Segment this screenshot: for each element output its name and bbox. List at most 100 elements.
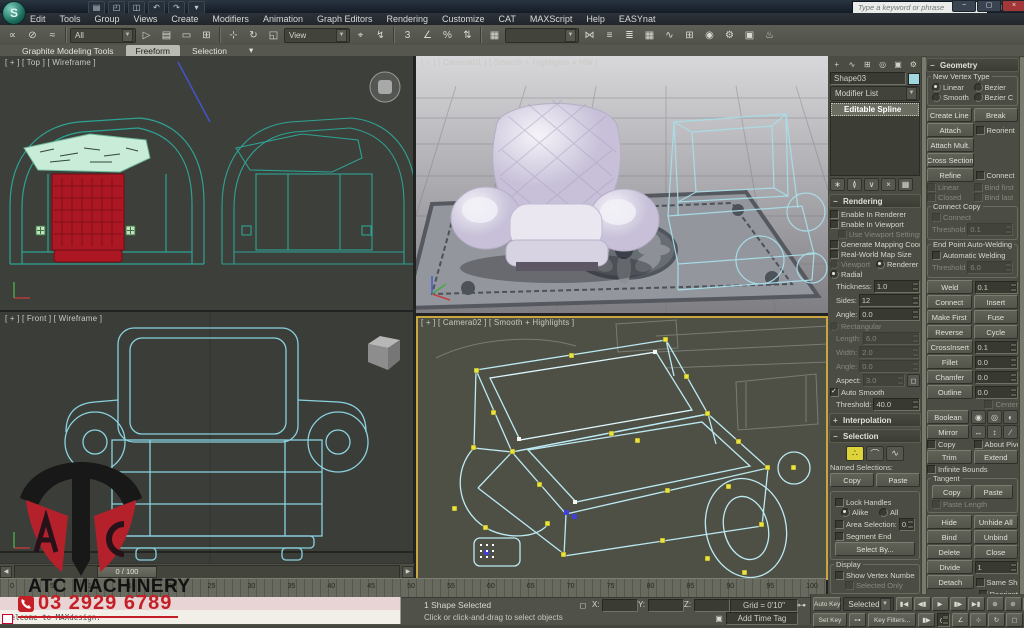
use-pivot-center-icon[interactable]: ⌖ (351, 26, 370, 44)
layer-manager-icon[interactable]: ≣ (620, 26, 639, 44)
cycle-button[interactable]: Cycle (973, 325, 1018, 339)
pan-button[interactable]: ⊹ (970, 613, 987, 627)
key-filters-button[interactable]: Key Filters... (868, 613, 916, 627)
bind-button[interactable]: Bind (927, 530, 972, 544)
render-setup-icon[interactable]: ⚙ (720, 26, 739, 44)
attach-button[interactable]: Attach (927, 123, 974, 137)
mirror-vertical-icon[interactable]: ↕ (987, 425, 1002, 439)
viewport-camera02-label[interactable]: [ + ] [ Camera02 ] [ Smooth + Highlights… (421, 318, 574, 327)
outline-button[interactable]: Outline (927, 385, 973, 399)
boolean-intersect-icon[interactable]: ◐ (1003, 410, 1018, 424)
mirror-horizontal-icon[interactable]: ↔ (971, 425, 986, 439)
menu-item[interactable]: Tools (60, 14, 81, 24)
unhide-all-button[interactable]: Unhide All (973, 515, 1018, 529)
panel-scrollbar-right[interactable] (1019, 56, 1024, 597)
remove-modifier-icon[interactable]: × (881, 178, 896, 191)
configure-modifier-sets-icon[interactable]: ▦ (898, 178, 913, 191)
spinner-snap-icon[interactable]: ⇅ (458, 26, 477, 44)
all-radio[interactable]: All (879, 508, 915, 517)
radial-radio[interactable]: Radial (830, 270, 862, 279)
sides-spinner[interactable]: 12 (858, 294, 920, 307)
infinite-bounds-checkbox[interactable]: Infinite Bounds (927, 465, 988, 474)
tab-hierarchy[interactable]: ⊞ (861, 57, 874, 71)
mirror-copy-checkbox[interactable]: Copy (927, 440, 972, 449)
tab-motion[interactable]: ◎ (876, 57, 889, 71)
select-and-scale-icon[interactable]: ◱ (264, 26, 283, 44)
named-selection-sets-dropdown[interactable]: ▼ (505, 27, 579, 43)
vertex-subobject-icon[interactable]: ∴ (846, 446, 864, 461)
maximize-viewport-button[interactable]: ▢ (1006, 613, 1023, 627)
cross-insert-button[interactable]: CrossInsert (927, 340, 973, 354)
viewport-camera01[interactable]: [ + ] [ Camera01 ] [ Smooth + Highlights… (416, 56, 828, 313)
maximize-button[interactable]: ▢ (977, 0, 1001, 12)
viewport-camera02[interactable]: [ + ] [ Camera02 ] [ Smooth + Highlights… (416, 316, 828, 580)
selection-filter-dropdown[interactable]: All ▼ (70, 27, 136, 43)
angle-spinner[interactable]: 0.0 (859, 308, 920, 321)
weld-button[interactable]: Weld (927, 280, 973, 294)
aspect-lock-icon[interactable]: ◻ (907, 374, 920, 387)
rectangular-selection-region-icon[interactable]: ▭ (177, 26, 196, 44)
stack-item-editable-spline[interactable]: Editable Spline (831, 103, 919, 116)
break-button[interactable]: Break (973, 108, 1018, 122)
connect-checkbox[interactable]: Connect (975, 170, 1019, 180)
reorient-checkbox[interactable]: Reorient (975, 125, 1019, 135)
tab-freeform[interactable]: Freeform (125, 45, 180, 56)
transform-lock-icon[interactable]: ◻ (576, 599, 590, 612)
area-selection-spinner[interactable]: 0.1 (898, 518, 915, 531)
outline-spinner[interactable]: 0.0 (974, 385, 1018, 399)
close-button[interactable]: Close (973, 545, 1018, 559)
go-to-end-button[interactable]: ▶▮ (967, 597, 985, 611)
show-end-result-icon[interactable]: ≬ (847, 178, 862, 191)
mirror-both-icon[interactable]: ∕ (1003, 425, 1018, 439)
menu-item[interactable]: Views (134, 14, 158, 24)
rollout-interpolation[interactable]: + Interpolation (829, 413, 921, 427)
trim-button[interactable]: Trim (927, 450, 972, 464)
use-viewport-settings-checkbox[interactable]: Use Viewport Settings (838, 230, 920, 239)
graphite-toggle-icon[interactable]: ▦ (640, 26, 659, 44)
boolean-union-icon[interactable]: ◉ (971, 410, 986, 424)
curve-editor-icon[interactable]: ∿ (660, 26, 679, 44)
rollout-selection[interactable]: − Selection (829, 429, 921, 443)
about-pivot-checkbox[interactable]: About Pivot (973, 440, 1018, 449)
schematic-view-icon[interactable]: ⊞ (680, 26, 699, 44)
reverse-button[interactable]: Reverse (927, 325, 972, 339)
rectangular-radio[interactable]: Rectangular (830, 322, 881, 331)
bind-first-checkbox[interactable]: Bind first (973, 183, 1019, 192)
mirror-icon[interactable]: ⋈ (580, 26, 599, 44)
snap-toggle-3d-icon[interactable]: 3 (398, 26, 417, 44)
attach-mult-button[interactable]: Attach Mult. (927, 138, 974, 152)
menu-item[interactable]: Customize (442, 14, 485, 24)
menu-item[interactable]: MAXScript (530, 14, 573, 24)
menu-item[interactable]: Rendering (387, 14, 429, 24)
go-to-start-button[interactable]: ▮◀ (895, 597, 913, 611)
tangent-copy-button[interactable]: Copy (932, 485, 972, 499)
bezier-corner-vertex-radio[interactable]: Bezier Corner (973, 93, 1013, 102)
application-button[interactable]: S (2, 1, 26, 25)
close-button[interactable]: × (1002, 0, 1024, 12)
connect-copy-checkbox[interactable]: Connect (932, 213, 971, 222)
center-checkbox[interactable]: Center (984, 400, 1018, 409)
cross-insert-spinner[interactable]: 0.1 (974, 340, 1018, 354)
spline-subobject-icon[interactable]: ∿ (886, 446, 904, 461)
segment-end-checkbox[interactable]: Segment End (835, 532, 891, 541)
rollout-geometry[interactable]: − Geometry (926, 58, 1019, 72)
tangent-paste-button[interactable]: Paste (973, 485, 1013, 499)
select-object-icon[interactable]: ▷ (137, 26, 156, 44)
connect-button[interactable]: Connect (927, 295, 972, 309)
fillet-button[interactable]: Fillet (927, 355, 973, 369)
angle2-spinner[interactable]: 0.0 (859, 360, 920, 373)
closed-checkbox[interactable]: Closed (927, 193, 972, 202)
window-crossing-icon[interactable]: ⊞ (197, 26, 216, 44)
tab-graphite-modeling-tools[interactable]: Graphite Modeling Tools (12, 45, 124, 56)
linear-checkbox[interactable]: Linear (927, 183, 972, 192)
rollout-rendering[interactable]: − Rendering (829, 194, 921, 208)
select-and-manipulate-icon[interactable]: ↯ (371, 26, 390, 44)
wireframe-color-swatch[interactable] (908, 72, 920, 85)
chamfer-button[interactable]: Chamfer (927, 370, 973, 384)
fuse-button[interactable]: Fuse (973, 310, 1018, 324)
show-vertex-numbers-checkbox[interactable]: Show Vertex Numbers (835, 571, 915, 580)
viewport-front-label[interactable]: [ + ] [ Front ] [ Wireframe ] (5, 314, 102, 323)
align-icon[interactable]: ≡ (600, 26, 619, 44)
object-name-field[interactable]: Shape03 (830, 72, 906, 85)
refine-button[interactable]: Refine (927, 168, 974, 182)
